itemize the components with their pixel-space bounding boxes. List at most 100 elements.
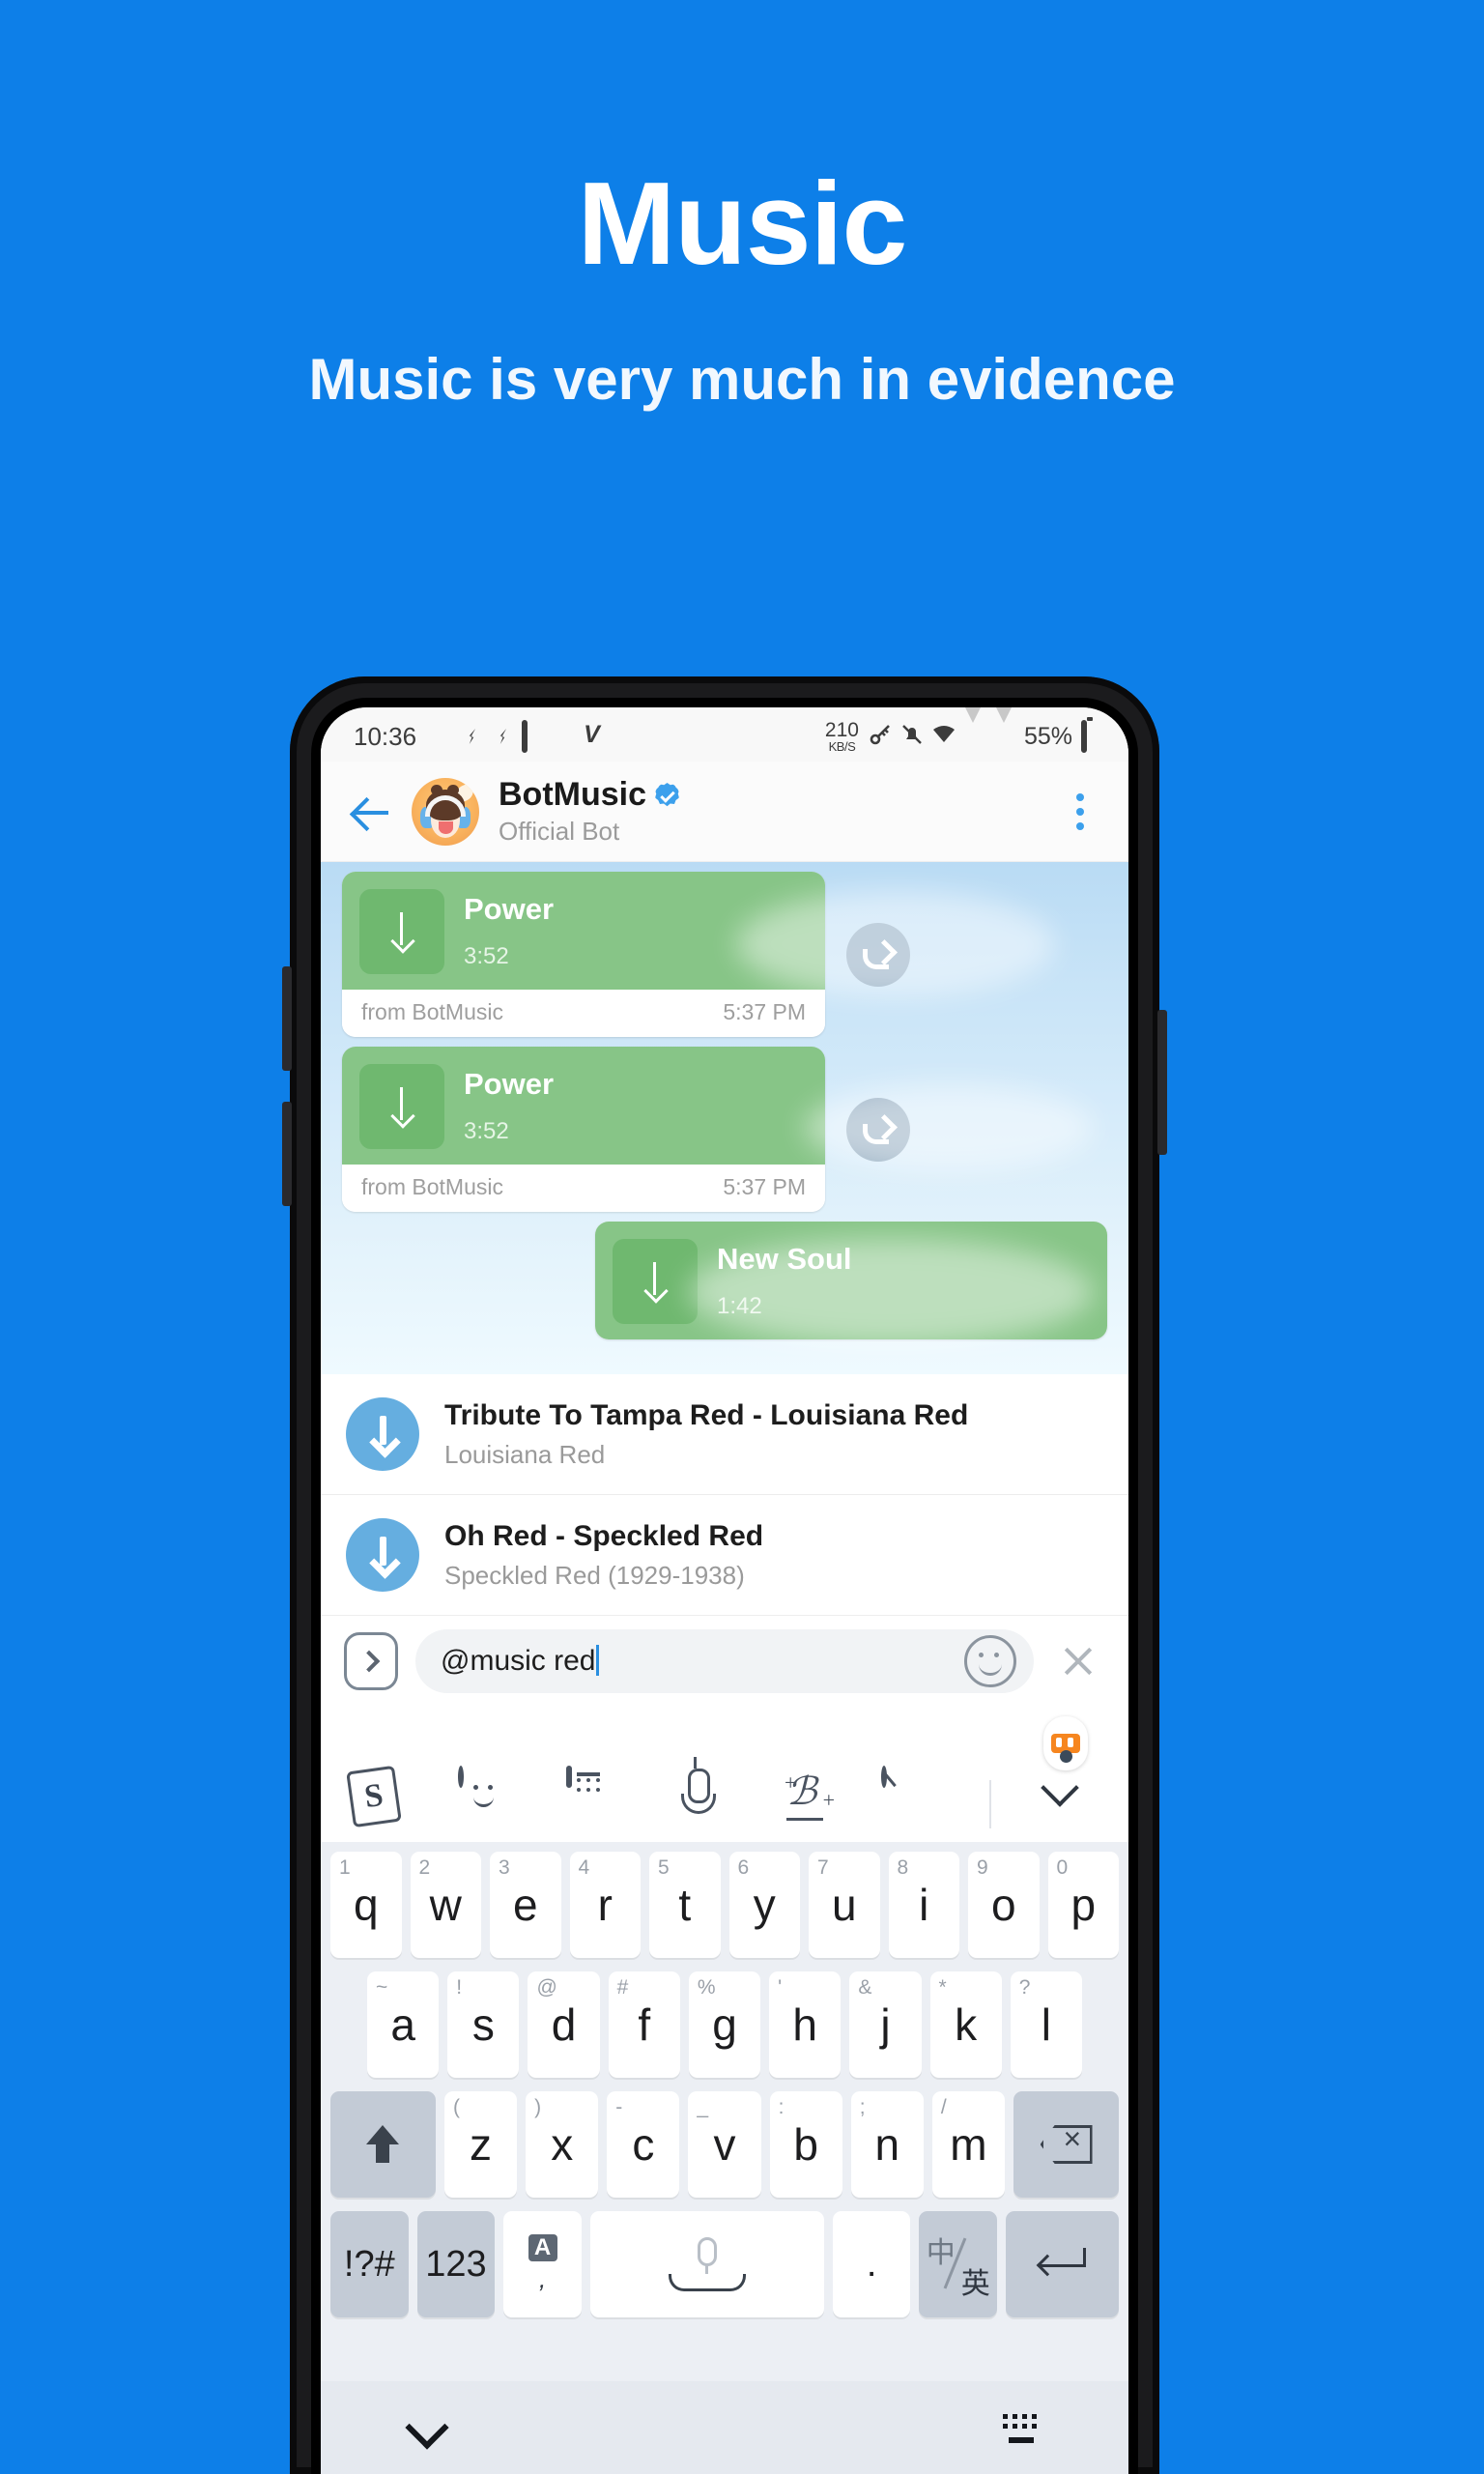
key-r[interactable]: 4r (569, 1852, 641, 1958)
shift-icon[interactable] (329, 2091, 436, 2198)
period-key[interactable]: . (832, 2211, 911, 2317)
handwriting-icon[interactable]: ℬ + + (783, 1769, 835, 1828)
key-f[interactable]: # f (608, 1971, 680, 2078)
keyboard-switch-icon[interactable] (1001, 2410, 1045, 2445)
audio-title: Power (464, 1067, 555, 1101)
key-n[interactable]: ; n (850, 2091, 924, 2198)
smiley-icon[interactable] (964, 1635, 1016, 1687)
search-icon[interactable] (881, 1766, 941, 1828)
key-i[interactable]: 8i (888, 1852, 959, 1958)
key-v[interactable]: _ v (688, 2091, 761, 2198)
bell-off-icon (900, 723, 923, 750)
message-source: from BotMusic (361, 999, 503, 1024)
keyboard-row-3: (z ) x -c _ v :b ; n / m (327, 2091, 1123, 2198)
chat-title-block[interactable]: BotMusic Official Bot (499, 776, 1059, 847)
message-input-bar: @music red (321, 1615, 1128, 1711)
network-speed-unit: KB/S (828, 739, 856, 754)
key-y[interactable]: 6y (728, 1852, 800, 1958)
key-a[interactable]: ~ a (367, 1971, 440, 2078)
key-h[interactable]: ' h (769, 1971, 842, 2078)
key-m[interactable]: / m (931, 2091, 1006, 2198)
verified-badge-icon (655, 783, 679, 807)
chevron-right-icon[interactable] (344, 1632, 398, 1690)
battery-icon (1081, 720, 1103, 753)
key-k[interactable]: * k (929, 1971, 1002, 2078)
chat-subtitle: Official Bot (499, 817, 620, 846)
power-button[interactable] (1157, 1010, 1167, 1155)
key-p[interactable]: 0p (1047, 1852, 1119, 1958)
key-e[interactable]: 3e (490, 1852, 561, 1958)
microphone-icon[interactable] (674, 1757, 734, 1828)
symbols-key[interactable]: !?# (329, 2211, 409, 2317)
space-mic-icon[interactable] (589, 2211, 824, 2317)
wallpaper-cloud (736, 891, 1055, 997)
mascot-avatar-icon[interactable] (1043, 1716, 1088, 1770)
notification-oval-icon (429, 723, 451, 750)
volume-up-button[interactable] (282, 966, 292, 1071)
inline-results-list[interactable]: Tribute To Tampa Red - Louisiana Red Lou… (321, 1374, 1128, 1615)
keypad-icon[interactable] (566, 1766, 626, 1828)
key-x[interactable]: ) x (526, 2091, 599, 2198)
key-s[interactable]: ! s (447, 1971, 520, 2078)
keyboard-row-1: 1q 2w 3e 4r 5t 6y 7u 8i 9o 0p (327, 1852, 1123, 1958)
key-d[interactable]: @ d (528, 1971, 600, 2078)
key-g[interactable]: % g (688, 1971, 761, 2078)
dot-icon (614, 723, 637, 750)
compass-badge-icon (460, 723, 482, 750)
sogou-logo-icon[interactable]: S (346, 1765, 410, 1828)
signal-bar-2-icon (992, 707, 1015, 750)
audio-message-bubble[interactable]: Power 3:52 from BotMusic 5:37 PM (342, 1047, 825, 1212)
close-x-icon[interactable] (1051, 1634, 1105, 1688)
download-circle-icon[interactable] (346, 1518, 419, 1592)
key-j[interactable]: & j (849, 1971, 922, 2078)
network-speed: 210 KB/S (825, 720, 859, 753)
wallpaper-cloud (804, 1084, 1094, 1171)
list-item[interactable]: Oh Red - Speckled Red Speckled Red (1929… (321, 1494, 1128, 1615)
enter-icon[interactable] (1006, 2211, 1120, 2317)
backspace-icon[interactable] (1013, 2091, 1120, 2198)
chevron-down-icon[interactable] (404, 2408, 446, 2447)
key-t[interactable]: 5t (649, 1852, 721, 1958)
volume-down-button[interactable] (282, 1102, 292, 1206)
wifi-icon (931, 723, 955, 750)
key-o[interactable]: 9o (968, 1852, 1040, 1958)
result-subtitle: Louisiana Red (444, 1439, 606, 1469)
download-circle-icon[interactable] (346, 1397, 419, 1471)
case-toggle-key[interactable]: A , (503, 2211, 582, 2317)
message-time: 5:37 PM (723, 999, 806, 1024)
key-l[interactable]: ? l (1010, 1971, 1082, 2078)
key-q[interactable]: 1q (330, 1852, 402, 1958)
numbers-key[interactable]: 123 (416, 2211, 496, 2317)
system-nav-bar (321, 2381, 1128, 2474)
message-input[interactable]: @music red (415, 1629, 1034, 1693)
keyboard-toolbar: S ℬ + + (321, 1711, 1128, 1842)
status-bar: 10:36 V 210 KB/S 55% (321, 707, 1128, 762)
compass-badge-icon-2 (491, 723, 513, 750)
bot-avatar-headphones[interactable] (412, 777, 479, 846)
phone-download-icon (522, 720, 544, 753)
chat-message-list[interactable]: Power 3:52 from BotMusic 5:37 PM Power 3… (321, 862, 1128, 1374)
key-u[interactable]: 7u (809, 1852, 880, 1958)
key-z[interactable]: (z (443, 2091, 518, 2198)
key-b[interactable]: :b (769, 2091, 842, 2198)
chat-header: BotMusic Official Bot (321, 762, 1128, 862)
keyboard-row-4: !?# 123 A , . 中 英 (327, 2211, 1123, 2317)
message-source: from BotMusic (361, 1174, 503, 1199)
network-speed-value: 210 (824, 719, 859, 741)
back-arrow-icon[interactable] (346, 787, 396, 837)
emoji-icon[interactable] (458, 1766, 518, 1828)
page-title: Music (577, 158, 908, 289)
key-w[interactable]: 2w (410, 1852, 481, 1958)
download-arrow-icon[interactable] (359, 889, 444, 974)
status-left-icons: V (429, 720, 637, 753)
key-c[interactable]: -c (607, 2091, 680, 2198)
chevron-down-icon[interactable] (1040, 1769, 1099, 1828)
download-arrow-icon[interactable] (613, 1239, 698, 1324)
list-item[interactable]: Tribute To Tampa Red - Louisiana Red Lou… (321, 1374, 1128, 1494)
app-blob-icon (553, 723, 575, 750)
virtual-keyboard[interactable]: S ℬ + + 1q 2w 3e 4r 5t 6 y 7 u 8 i 9 o 0… (321, 1711, 1128, 2474)
download-arrow-icon[interactable] (359, 1064, 444, 1149)
keyboard-row-2: ~ a ! s @ d # f % g ' h & j * k ? l (327, 1971, 1123, 2078)
kebab-menu-icon[interactable] (1059, 787, 1101, 837)
language-toggle-key[interactable]: 中 英 (919, 2211, 998, 2317)
